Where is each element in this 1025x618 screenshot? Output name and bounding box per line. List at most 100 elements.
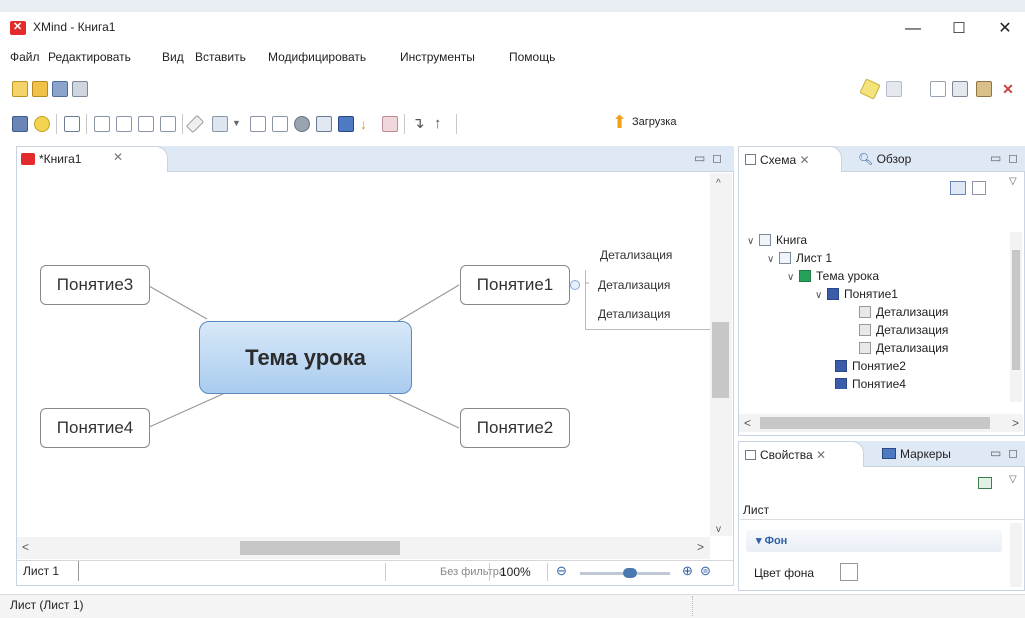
add-style-icon[interactable] bbox=[978, 477, 992, 489]
tree-scroll-thumb[interactable] bbox=[1012, 250, 1020, 370]
properties-scrollbar[interactable] bbox=[1010, 523, 1022, 587]
new-icon[interactable] bbox=[12, 81, 28, 97]
background-section[interactable]: ▾ Фон bbox=[746, 530, 1002, 552]
summary-icon[interactable] bbox=[272, 116, 288, 132]
scroll-right-icon[interactable]: > bbox=[697, 540, 704, 554]
background-color-picker[interactable] bbox=[840, 563, 858, 581]
close-tab-icon[interactable]: ✕ bbox=[113, 150, 123, 164]
boundary-icon[interactable] bbox=[250, 116, 266, 132]
cut-icon[interactable] bbox=[930, 81, 946, 97]
copy-icon[interactable] bbox=[952, 81, 968, 97]
dropdown-icon[interactable]: ▼ bbox=[232, 118, 248, 134]
relationship-icon[interactable] bbox=[185, 114, 205, 134]
topic-ponyatie4[interactable]: Понятие4 bbox=[40, 408, 150, 448]
minimize-button[interactable]: — bbox=[890, 14, 936, 44]
tab-properties[interactable]: Свойства ✕ bbox=[738, 441, 864, 467]
tab-overview[interactable]: 🔍︎ Обзор bbox=[852, 146, 917, 172]
tree-item[interactable]: ∨ Тема урока bbox=[787, 269, 879, 287]
expand-icon[interactable]: ∨ bbox=[767, 254, 779, 265]
image-icon[interactable] bbox=[212, 116, 228, 132]
scroll-right-icon[interactable]: > bbox=[1012, 416, 1019, 430]
expand-icon[interactable]: ∨ bbox=[815, 290, 827, 301]
minimize-view-icon[interactable]: ▭ bbox=[694, 151, 705, 165]
topic-ponyatie1[interactable]: Понятие1 bbox=[460, 265, 570, 305]
filter-status[interactable]: Без фильтра bbox=[440, 566, 505, 578]
view-menu-icon[interactable]: ▽ bbox=[1009, 176, 1017, 187]
marker-icon[interactable] bbox=[382, 116, 398, 132]
close-button[interactable]: ✕ bbox=[982, 14, 1025, 44]
parent-topic-icon[interactable] bbox=[160, 116, 176, 132]
topic-ponyatie2[interactable]: Понятие2 bbox=[460, 408, 570, 448]
idea-bulb-icon[interactable] bbox=[34, 116, 50, 132]
tree-item[interactable]: Детализация bbox=[859, 305, 948, 323]
maximize-button[interactable]: ☐ bbox=[936, 14, 982, 44]
subtopic-icon[interactable] bbox=[116, 116, 132, 132]
sheet-tab[interactable]: Лист 1 bbox=[17, 561, 79, 581]
tab-outline[interactable]: Схема ✕ bbox=[738, 146, 842, 172]
tree-view-icon[interactable] bbox=[950, 181, 966, 195]
notes-icon[interactable] bbox=[316, 116, 332, 132]
tree-hscroll-thumb[interactable] bbox=[760, 417, 990, 429]
pencil-icon[interactable] bbox=[859, 78, 881, 100]
menu-tools[interactable]: Инструменты bbox=[400, 50, 475, 64]
list-view-icon[interactable] bbox=[972, 181, 986, 195]
horizontal-scroll-thumb[interactable] bbox=[240, 541, 400, 555]
align-icon[interactable] bbox=[338, 116, 354, 132]
menu-edit[interactable]: Редактировать bbox=[48, 50, 131, 64]
tree-item[interactable]: ∨ Понятие1 bbox=[815, 287, 898, 305]
zoom-in-icon[interactable]: ⊕ bbox=[682, 563, 693, 579]
close-tab-icon[interactable]: ✕ bbox=[816, 448, 826, 462]
drill-down-icon[interactable]: ↴ bbox=[412, 116, 428, 132]
print-icon[interactable] bbox=[72, 81, 88, 97]
close-tab-icon[interactable]: ✕ bbox=[799, 153, 809, 167]
tree-item[interactable]: ∨ Книга bbox=[747, 233, 807, 251]
tree-item[interactable]: Детализация bbox=[859, 341, 948, 359]
tree-item[interactable]: ∨ Лист 1 bbox=[767, 251, 832, 269]
paste-icon[interactable] bbox=[976, 81, 992, 97]
menu-modify[interactable]: Модифицировать bbox=[268, 50, 366, 64]
undo-icon[interactable] bbox=[886, 81, 902, 97]
zoom-reset-icon[interactable]: ⊜ bbox=[700, 563, 711, 579]
collapse-icon[interactable] bbox=[570, 280, 580, 290]
minimize-view-icon[interactable]: ▭ bbox=[990, 151, 1001, 165]
menu-insert[interactable]: Вставить bbox=[195, 50, 246, 64]
menu-help[interactable]: Помощь bbox=[509, 50, 555, 64]
scroll-left-icon[interactable]: < bbox=[22, 540, 29, 554]
tab-markers[interactable]: Маркеры bbox=[876, 441, 957, 467]
maximize-view-icon[interactable]: ◻ bbox=[712, 151, 722, 165]
central-topic[interactable]: Тема урока bbox=[199, 321, 412, 394]
vertical-scroll-thumb[interactable] bbox=[712, 322, 729, 398]
presentation-icon[interactable] bbox=[12, 116, 28, 132]
open-folder-icon[interactable] bbox=[32, 81, 48, 97]
scroll-left-icon[interactable]: < bbox=[744, 416, 751, 430]
zoom-out-icon[interactable]: ⊖ bbox=[556, 563, 567, 579]
menu-view[interactable]: Вид bbox=[162, 50, 184, 64]
minimize-view-icon[interactable]: ▭ bbox=[990, 446, 1001, 460]
zoom-slider-handle[interactable] bbox=[622, 568, 637, 578]
connector-line bbox=[146, 392, 226, 429]
scroll-down-icon[interactable]: v bbox=[716, 524, 721, 535]
maximize-view-icon[interactable]: ◻ bbox=[1008, 446, 1018, 460]
detail-topic[interactable]: Детализация bbox=[598, 307, 670, 321]
detail-topic[interactable]: Детализация bbox=[600, 248, 672, 262]
detail-topic[interactable]: Детализация bbox=[598, 278, 670, 292]
delete-icon[interactable]: ✕ bbox=[1000, 81, 1016, 97]
maximize-view-icon[interactable]: ◻ bbox=[1008, 151, 1018, 165]
scroll-up-icon[interactable]: ^ bbox=[716, 178, 721, 189]
topic-before-icon[interactable] bbox=[138, 116, 154, 132]
expand-icon[interactable]: ∨ bbox=[787, 272, 799, 283]
view-menu-icon[interactable]: ▽ bbox=[1009, 474, 1017, 485]
drill-up-icon[interactable]: ↑ bbox=[434, 116, 450, 132]
tree-item[interactable]: Понятие2 bbox=[835, 359, 906, 377]
topic-ponyatie3[interactable]: Понятие3 bbox=[40, 265, 150, 305]
tree-item[interactable]: Понятие4 bbox=[835, 377, 906, 389]
hyperlink-icon[interactable] bbox=[294, 116, 310, 132]
expand-icon[interactable]: ∨ bbox=[747, 236, 759, 247]
save-icon[interactable] bbox=[52, 81, 68, 97]
menu-file[interactable]: Файл bbox=[10, 50, 40, 64]
sort-icon[interactable]: ↓ bbox=[360, 116, 376, 132]
tree-item[interactable]: Детализация bbox=[859, 323, 948, 341]
topic-icon[interactable] bbox=[94, 116, 110, 132]
editor-tab-kniga1[interactable]: *Книга1 ✕ bbox=[16, 146, 168, 172]
sheet-new-icon[interactable] bbox=[64, 116, 80, 132]
